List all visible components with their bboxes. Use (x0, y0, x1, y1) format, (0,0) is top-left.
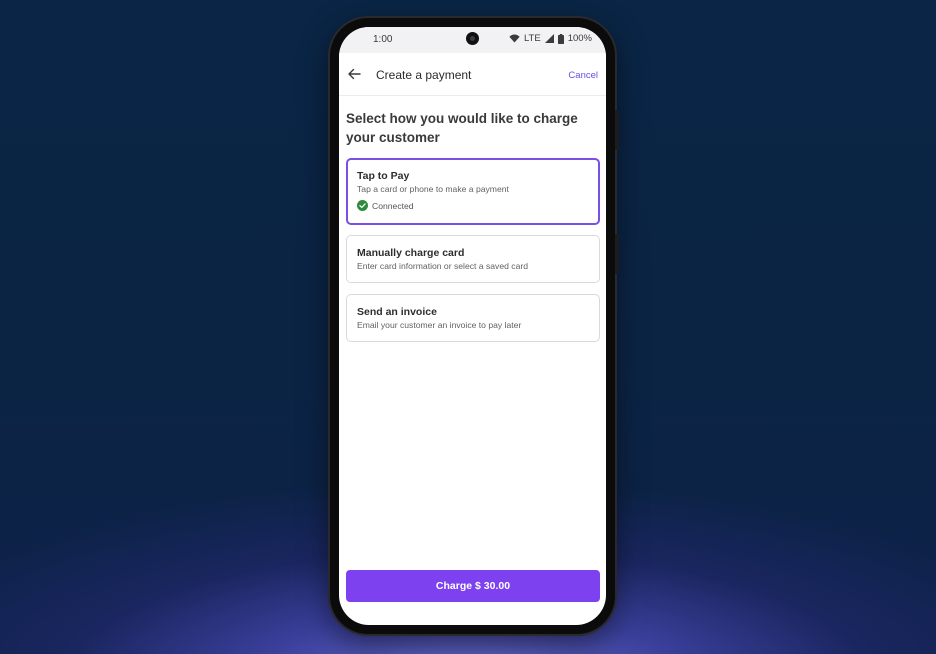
cancel-link[interactable]: Cancel (568, 70, 598, 81)
wifi-icon (509, 34, 520, 43)
option-title: Manually charge card (357, 247, 465, 259)
connection-status: Connected (357, 200, 589, 211)
selection-headline: Select how you would like to charge your… (346, 111, 578, 145)
option-title: Tap to Pay (357, 170, 410, 182)
option-description: Enter card information or select a saved… (357, 261, 529, 271)
battery-icon (557, 33, 564, 44)
option-description: Email your customer an invoice to pay la… (357, 320, 522, 330)
network-label: LTE (523, 33, 541, 44)
phone-frame: 1:00 LTE 100% Create a payment Cancel Se… (330, 18, 619, 634)
connected-label: Connected (372, 200, 414, 211)
arrow-left-icon[interactable] (346, 66, 362, 82)
status-indicators: LTE 100% (509, 33, 592, 44)
signal-icon (544, 34, 554, 43)
payment-method-selection: Select how you would like to charge your… (346, 109, 602, 147)
front-camera (466, 32, 479, 45)
charge-button[interactable]: Charge $ 30.00 (346, 570, 600, 602)
option-manually-charge-card[interactable]: Manually charge card Enter card informat… (346, 235, 600, 283)
phone-screen: 1:00 LTE 100% Create a payment Cancel Se… (339, 27, 606, 625)
option-title: Send an invoice (357, 306, 437, 318)
option-tap-to-pay[interactable]: Tap to Pay Tap a card or phone to make a… (346, 158, 600, 225)
volume-button (615, 234, 619, 274)
status-bar: 1:00 LTE 100% (339, 27, 606, 53)
battery-label: 100% (567, 33, 592, 44)
option-description: Tap a card or phone to make a payment (357, 184, 509, 194)
option-send-invoice[interactable]: Send an invoice Email your customer an i… (346, 294, 600, 342)
page-title: Create a payment (376, 68, 472, 82)
status-time: 1:00 (373, 34, 393, 45)
check-circle-icon (357, 200, 368, 211)
power-button (615, 110, 619, 150)
app-bar: Create a payment Cancel (339, 53, 606, 96)
